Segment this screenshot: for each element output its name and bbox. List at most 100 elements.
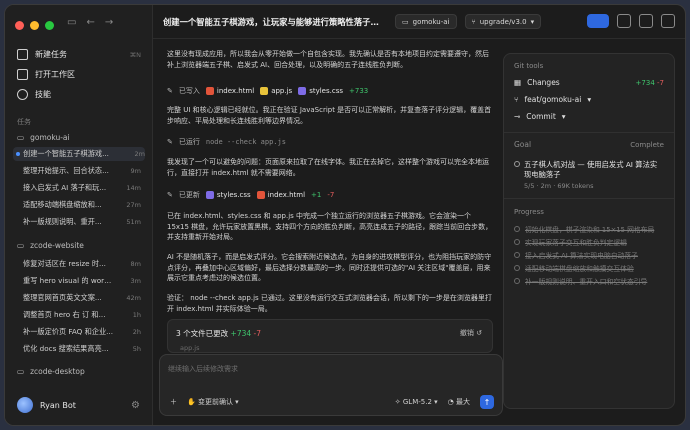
divider: [504, 132, 674, 133]
task-item[interactable]: 补一版规则说明、重开... 51m: [23, 215, 141, 229]
changes-row[interactable]: ▦ Changes +734 -7: [514, 78, 664, 87]
goal-meta: 5/5 · 2m · 69K tokens: [524, 182, 594, 190]
effort-label: 最大: [456, 398, 470, 406]
diff-add: +733: [349, 87, 369, 95]
group-zcode-desktop[interactable]: ▭ zcode-desktop: [17, 367, 85, 376]
task-item[interactable]: 重写 hero visual 的 work... 3m: [23, 274, 141, 288]
task-item[interactable]: 修复对话区在 resize 时... 8m: [23, 257, 141, 271]
skills-label: 技能: [35, 90, 51, 99]
open-workspace-label: 打开工作区: [35, 70, 75, 79]
new-task-label: 新建任务: [35, 50, 67, 59]
app-launcher-button[interactable]: [587, 14, 609, 28]
folder-icon: ▭: [17, 241, 25, 250]
html-file-icon: [256, 191, 265, 199]
tasks-section-label: 任务: [17, 118, 31, 126]
avatar: [17, 397, 33, 413]
effort-select[interactable]: ◔ 最大: [448, 397, 470, 407]
task-title: 重写 hero visual 的 work...: [23, 276, 115, 285]
task-item[interactable]: 整理开始提示、回合状态... 9m: [23, 164, 141, 178]
changed-files-card[interactable]: 3 个文件已更改 +734 -7 撤销 ↺ app.js: [167, 319, 493, 353]
task-title: 整理开始提示、回合状态...: [23, 166, 109, 175]
css-file-icon: [205, 191, 214, 199]
task-item[interactable]: 适配移动端棋盘缩放和... 27m: [23, 198, 141, 212]
task-age: 8m: [130, 260, 141, 268]
git-tools-label: Git tools: [514, 62, 544, 70]
forward-icon[interactable]: →: [105, 17, 113, 28]
skills-icon: [17, 89, 28, 100]
progress-text: 实现玩家落子交互和胜负判定逻辑: [525, 239, 627, 247]
chevron-down-icon: ▾: [530, 17, 535, 26]
group-zcode-website[interactable]: ▭ zcode-website: [17, 241, 84, 250]
add-icon[interactable]: ＋: [170, 397, 177, 407]
task-item[interactable]: 调整首页 hero 右 订 和... 1h: [23, 308, 141, 322]
model-select[interactable]: ✧ GLM-5.2 ▾: [395, 398, 438, 406]
branch-pill[interactable]: ⑂ upgrade/v3.0 ▾: [464, 14, 542, 29]
undo-button[interactable]: 撤销 ↺: [460, 328, 482, 338]
approval-mode-button[interactable]: ✋ 变更前确认 ▾: [187, 397, 239, 407]
diff-add: +734: [635, 78, 655, 87]
commit-row[interactable]: ⊸ Commit ▾: [514, 112, 664, 121]
task-item[interactable]: 优化 docs 搜索结果高亮... 5h: [23, 342, 141, 356]
group-name: zcode-desktop: [30, 367, 85, 376]
diff-del: -7: [253, 329, 262, 338]
gear-icon[interactable]: ⚙: [131, 400, 140, 411]
new-task-button[interactable]: 新建任务 ⌘N: [17, 49, 141, 60]
approval-label: 变更前确认: [197, 398, 233, 406]
diff-del: -7: [657, 78, 664, 87]
changed-file-name[interactable]: app.js: [180, 344, 200, 352]
panel-toggle-icon[interactable]: [661, 14, 675, 28]
check-icon: [514, 265, 520, 271]
split-view-icon[interactable]: [639, 14, 653, 28]
assistant-message: 验证： node --check app.js 已通过。这里没有运行交互式浏览器…: [167, 294, 492, 313]
task-age: 1h: [132, 311, 141, 319]
close-window-button[interactable]: [15, 21, 24, 30]
main-area: 创建一个智能五子棋游戏，让玩家与能够进行策略性落子并准确判断... ▭ gomo…: [153, 5, 685, 425]
maximize-window-button[interactable]: [45, 21, 54, 30]
terminal-icon[interactable]: [617, 14, 631, 28]
task-age: 9m: [130, 167, 141, 175]
task-item[interactable]: 补一版定价页 FAQ 和企业... 2h: [23, 325, 141, 339]
progress-item: 实现玩家落子交互和胜负判定逻辑: [514, 237, 664, 247]
sidebar-toggle-icon[interactable]: ▭: [67, 17, 76, 28]
user-profile[interactable]: Ryan Bot: [17, 397, 76, 413]
app-window: ▭ ← → 新建任务 ⌘N 打开工作区 技能 任务 ▭ gomoku-ai 创建…: [4, 4, 686, 426]
branch-row[interactable]: ⑂ feat/gomoku-ai ▾: [514, 95, 664, 104]
back-icon[interactable]: ←: [86, 17, 94, 28]
task-item[interactable]: 整理官网首页英文文案... 42m: [23, 291, 141, 305]
goal-label: Goal: [514, 140, 532, 149]
topbar: 创建一个智能五子棋游戏，让玩家与能够进行策略性落子并准确判断... ▭ gomo…: [153, 5, 685, 39]
update-files-row[interactable]: ✎ 已更新 styles.css index.html +1 -7: [167, 190, 334, 201]
group-name: gomoku-ai: [30, 133, 70, 142]
task-title: 调整首页 hero 右 订 和...: [23, 310, 106, 319]
progress-text: 接入启发式 AI 算法实现电脑自动落子: [525, 252, 638, 260]
run-command-row[interactable]: ✎ 已运行 node --check app.js: [167, 137, 286, 148]
diff-add: +734: [230, 329, 252, 338]
model-label: GLM-5.2: [402, 398, 432, 406]
progress-text: 适配移动端棋盘缩放和触摸交互体验: [525, 265, 634, 273]
workspace-pill[interactable]: ▭ gomoku-ai: [395, 14, 457, 29]
open-workspace-button[interactable]: 打开工作区: [17, 69, 141, 80]
write-label: 已写入: [178, 87, 200, 95]
task-title: 创建一个智能五子棋游戏...: [23, 149, 109, 158]
group-gomoku-ai[interactable]: ▭ gomoku-ai: [17, 133, 70, 142]
task-title: 整理官网首页英文文案...: [23, 293, 102, 302]
page-title: 创建一个智能五子棋游戏，让玩家与能够进行策略性落子并准确判断...: [163, 16, 387, 27]
skills-button[interactable]: 技能: [17, 89, 141, 100]
task-item-active[interactable]: 创建一个智能五子棋游戏... 2m: [13, 147, 145, 161]
branch-label: feat/gomoku-ai: [524, 95, 582, 104]
file-name: app.js: [271, 87, 293, 95]
send-button[interactable]: ↑: [480, 395, 494, 409]
write-files-row[interactable]: ✎ 已写入 index.html app.js styles.css +733: [167, 86, 368, 97]
minimize-window-button[interactable]: [30, 21, 39, 30]
message-input[interactable]: [168, 365, 488, 373]
progress-item: 接入启发式 AI 算法实现电脑自动落子: [514, 250, 664, 260]
task-item[interactable]: 接入启发式 AI 落子和玩... 14m: [23, 181, 141, 195]
file-name: index.html: [216, 87, 255, 95]
progress-text: 补一版规则说明、重开入口和空状态引导: [525, 278, 648, 286]
run-command: node --check app.js: [205, 138, 286, 146]
file-name: styles.css: [309, 87, 344, 95]
commit-icon: ⊸: [514, 112, 521, 121]
undo-icon: ↺: [476, 329, 482, 337]
goal-status: Complete: [630, 140, 664, 149]
progress-item: 初始化棋盘，棋子渲染和 15×15 网格布局: [514, 224, 664, 234]
